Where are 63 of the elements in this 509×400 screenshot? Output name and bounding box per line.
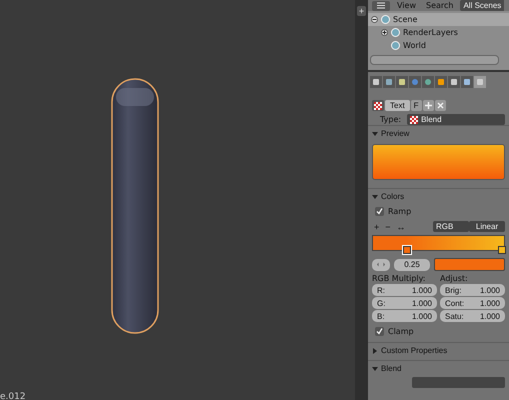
fake-user-button[interactable]: F (410, 100, 422, 111)
context-tab[interactable] (448, 76, 460, 88)
checker-icon (410, 116, 418, 124)
ramp-tool[interactable]: − (385, 222, 391, 232)
number-field[interactable]: R: 1.000 (372, 284, 437, 296)
context-tab[interactable] (435, 76, 447, 88)
menu-item[interactable]: View (394, 1, 419, 10)
number-field[interactable]: B: 1.000 (372, 310, 437, 322)
context-tab[interactable] (370, 76, 382, 88)
color-mode-dropdown[interactable]: RGB (433, 221, 469, 232)
ramp-stop-handle[interactable] (498, 246, 506, 254)
outliner-row[interactable]: World (368, 39, 509, 52)
scope-dropdown[interactable]: All Scenes (460, 0, 504, 11)
panel-header[interactable]: Colors (372, 191, 505, 202)
globe-icon (424, 78, 432, 86)
number-field[interactable]: Brig: 1.000 (440, 284, 505, 296)
outliner-row[interactable]: Scene (368, 13, 509, 26)
plus-icon (424, 102, 432, 109)
checkbox-label: Clamp (388, 327, 414, 336)
panel-header[interactable]: Preview (372, 128, 505, 139)
ramp-stop-handle[interactable] (402, 246, 411, 254)
interpolation-dropdown[interactable]: Linear (469, 221, 505, 232)
context-tab[interactable] (396, 76, 408, 88)
collapse-icon[interactable] (371, 16, 378, 23)
scrollbar[interactable] (370, 55, 499, 65)
list-icon (377, 2, 385, 9)
texture-browse-button[interactable] (372, 100, 384, 111)
expand-button[interactable]: + (356, 6, 366, 16)
number-field[interactable]: G: 1.000 (372, 297, 437, 309)
outliner-label: Scene (393, 15, 418, 24)
group-label: Adjust: (440, 274, 469, 283)
color-swatch[interactable] (434, 258, 505, 271)
position-field[interactable]: 0.25 (394, 258, 430, 270)
ramp-tool[interactable]: + (374, 222, 380, 232)
type-label: Type: (380, 115, 402, 124)
menu-item[interactable]: Search (422, 1, 456, 10)
outliner-row[interactable]: RenderLayers (368, 26, 509, 39)
checkbox[interactable] (375, 207, 384, 216)
object-name: e.012 (0, 392, 26, 400)
type-dropdown[interactable]: Blend (407, 114, 505, 125)
expand-icon[interactable] (381, 29, 388, 36)
number-field[interactable]: Satu: 1.000 (440, 310, 505, 322)
checkbox-label: Ramp (388, 207, 412, 216)
panel-header[interactable]: Custom Properties (372, 345, 505, 356)
unlink-button[interactable] (434, 100, 446, 111)
context-tab[interactable] (383, 76, 395, 88)
stop-nav-arrows[interactable] (372, 258, 390, 270)
checker-icon (374, 102, 382, 110)
arrows-icon (377, 262, 385, 267)
group-label: RGB Multiply: (372, 274, 426, 283)
texture-name-field[interactable]: Text (385, 100, 410, 111)
context-tab[interactable] (422, 76, 434, 88)
outliner-label: World (403, 41, 426, 50)
outliner-label: RenderLayers (403, 28, 458, 37)
close-icon (436, 102, 444, 109)
new-texture-button[interactable] (422, 100, 434, 111)
3d-viewport[interactable]: e.012 (0, 0, 355, 400)
ramp-tool[interactable]: ↔ (396, 222, 406, 232)
checkbox[interactable] (375, 327, 384, 336)
number-field[interactable]: Cont: 1.000 (440, 297, 505, 309)
editor-type-button[interactable] (372, 0, 390, 10)
panel-header[interactable]: Blend (372, 363, 505, 374)
context-tab[interactable] (461, 76, 473, 88)
